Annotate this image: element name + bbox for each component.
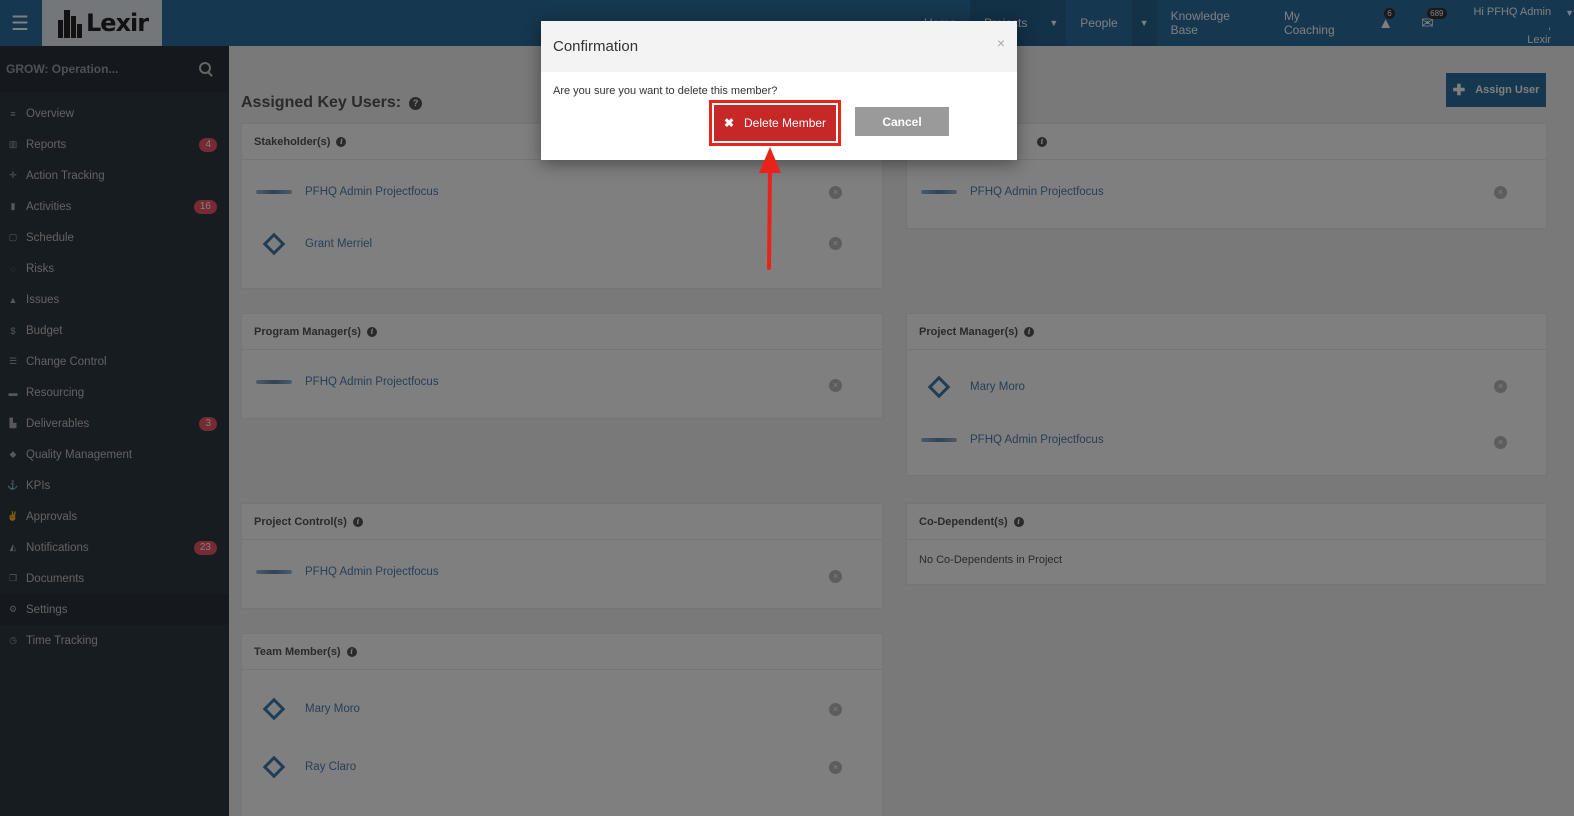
annotation-arrow [759,147,781,270]
arrow-head [759,147,781,173]
arrow-shaft [767,166,772,270]
